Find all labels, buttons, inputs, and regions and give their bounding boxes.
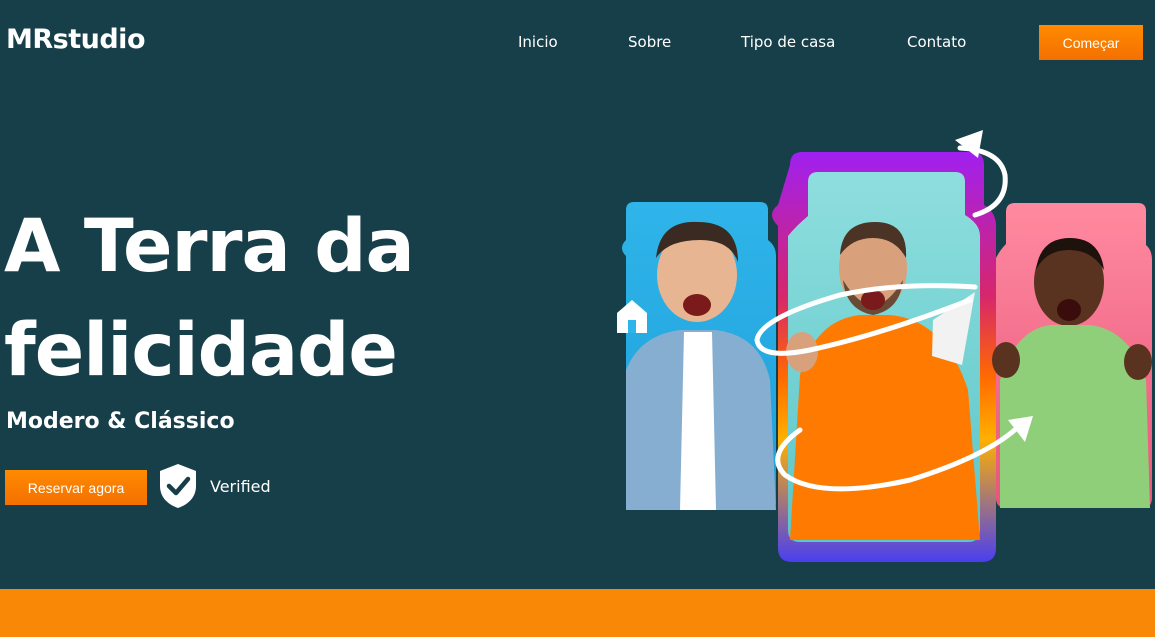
right-person-panel <box>992 203 1152 508</box>
hero-collage-image <box>617 130 1152 562</box>
left-person-panel <box>622 202 776 510</box>
bottom-orange-band <box>0 589 1155 637</box>
center-person-panel <box>772 152 996 562</box>
